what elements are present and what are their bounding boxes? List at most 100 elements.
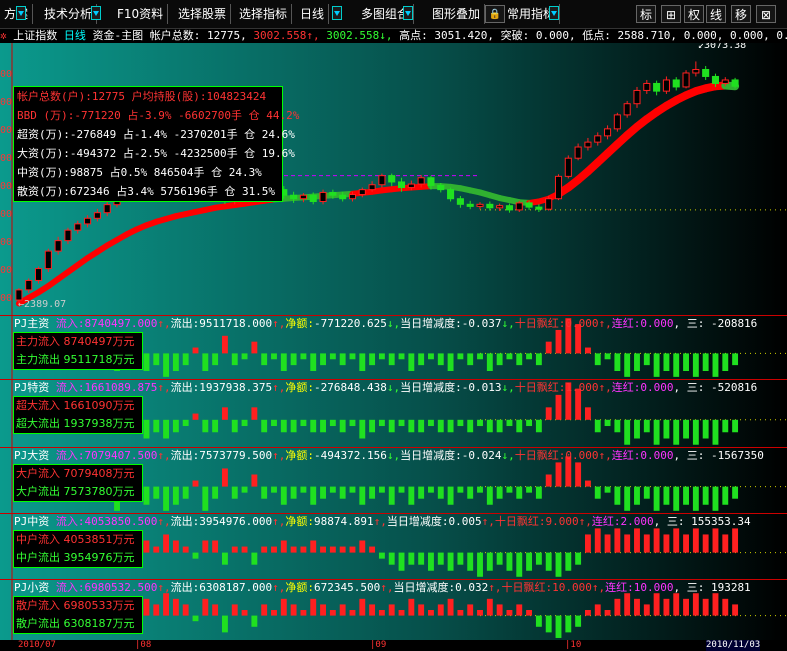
lock-icon[interactable]: 🔒 — [485, 5, 505, 23]
line-icon[interactable]: 线 — [706, 5, 726, 23]
menu-f10[interactable]: F10资料 — [113, 4, 169, 24]
flow-bar — [359, 353, 366, 371]
change-label: 当日增减度: — [393, 581, 456, 594]
inflow-value: 8740497.000 — [84, 317, 158, 330]
flow-bar — [535, 419, 542, 433]
flow-bar — [153, 604, 160, 616]
menu-overlay[interactable]: 图形叠加 — [428, 4, 486, 24]
arrow-up-icon: ↑, — [380, 581, 394, 594]
change-label: 当日增减度: — [386, 515, 449, 528]
ten-day-value: 1.000 — [565, 381, 599, 394]
warning-icon: ✲ — [0, 29, 7, 42]
indicator-panel-3[interactable]: PJ中资 流入:4053850.500↑,流出:3954976.000↑,净额:… — [0, 513, 787, 579]
flow-bar — [486, 598, 493, 616]
flow-bar — [320, 353, 326, 366]
flow-bar — [320, 419, 326, 433]
menu-select-stock[interactable]: 选择股票 — [174, 4, 232, 24]
net-label: 净额: — [285, 317, 314, 330]
flow-bar — [614, 486, 621, 505]
info-tail: 0.000, 0.000, 0.000, 0.00 — [683, 29, 787, 42]
arrow-down-icon: ↓, — [501, 317, 515, 330]
indicator-panel-1[interactable]: PJ特资 流入:1661089.875↑,流出:1937938.375↑,净额:… — [0, 379, 787, 447]
menu-select-indicator[interactable]: 选择指标 — [235, 4, 293, 24]
move-icon[interactable]: 移 — [731, 5, 751, 23]
indicator-panel-0[interactable]: PJ主资 流入:8740497.000↑,流出:9511718.000↑,净额:… — [0, 315, 787, 379]
candle — [44, 248, 52, 273]
flow-bar — [526, 610, 533, 616]
menu-tech-analysis[interactable]: 技术分析 — [40, 4, 98, 24]
flow-bar — [477, 610, 483, 616]
dropdown-arrow-icon[interactable] — [16, 6, 26, 20]
y-tick-label: 00 — [0, 153, 13, 164]
flow-bar — [545, 407, 552, 420]
flow-bar — [163, 593, 170, 616]
flow-bar — [143, 598, 150, 616]
dropdown-arrow-icon[interactable] — [403, 6, 413, 20]
ten-day-label: 十日飘红: — [514, 449, 566, 462]
flow-bar — [143, 486, 150, 505]
flow-bar — [535, 486, 542, 499]
flow-bar — [516, 353, 523, 366]
flow-bar — [329, 419, 336, 427]
flow-bar — [437, 486, 444, 499]
flow-bar — [163, 534, 170, 553]
dropdown-arrow-icon[interactable] — [91, 6, 101, 20]
flow-bar — [192, 615, 199, 622]
flow-bar — [486, 552, 493, 571]
flow-bar — [457, 610, 464, 616]
summary-row-small: 散资(万):672346 占3.4% 5756196手 仓 31.5% — [17, 185, 276, 198]
outflow-value: 3954976.000 — [199, 515, 273, 528]
flow-bar — [614, 528, 621, 553]
main-chart-panel[interactable]: 00000000000000000000 帐户总数(户):12775 户均持股(… — [0, 43, 787, 315]
flow-bar — [408, 598, 415, 616]
grid-icon[interactable]: ⊞ — [661, 5, 681, 23]
flow-bar — [388, 419, 395, 433]
y-tick-label: 00 — [0, 97, 13, 108]
flow-bar — [575, 552, 582, 565]
close-icon[interactable]: ⊠ — [756, 5, 776, 23]
indicator-panel-2[interactable]: PJ大资 流入:7079407.500↑,流出:7573779.500↑,净额:… — [0, 447, 787, 513]
flow-bar — [172, 486, 179, 505]
flow-bar — [643, 419, 650, 433]
mark-icon[interactable]: 标 — [636, 5, 656, 23]
flow-bar — [212, 419, 219, 433]
flow-bar — [172, 598, 179, 616]
flow-bar — [349, 486, 356, 493]
dropdown-arrow-icon[interactable] — [549, 6, 559, 20]
account-label: 帐户总数: — [149, 29, 201, 42]
high-label: 高点: — [399, 29, 428, 42]
weight-icon[interactable]: 权 — [684, 5, 704, 23]
candle — [682, 70, 690, 89]
indicator-panel-4[interactable]: PJ小资 流入:6980532.500↑,流出:6308187.000↑,净额:… — [0, 579, 787, 640]
dropdown-arrow-icon[interactable] — [332, 6, 342, 20]
legend-inflow: 大户流入 7079408万元 — [16, 467, 135, 480]
flow-bar — [329, 353, 336, 360]
flow-bar — [231, 419, 238, 433]
flow-bar — [447, 353, 454, 371]
net-label: 净额: — [285, 515, 314, 528]
sep: , — [673, 381, 687, 394]
flow-bar — [506, 552, 513, 571]
flow-bar — [467, 419, 474, 433]
flow-bar — [653, 353, 660, 377]
arrow-down-icon: ↓, — [386, 381, 401, 394]
legend-outflow: 大户流出 7573780万元 — [16, 485, 135, 498]
flow-bar — [153, 486, 160, 499]
flow-bar — [712, 486, 719, 511]
arrow-up-icon: ↑, — [578, 515, 592, 528]
flow-bar — [300, 353, 307, 360]
flow-bar — [418, 353, 425, 366]
ten-day-label: 十日飘红: — [501, 581, 553, 594]
arrow-down-icon: ↓, — [501, 381, 515, 394]
flow-bar — [712, 353, 719, 377]
flow-bar — [634, 528, 640, 553]
ten-day-label: 十日飘红: — [514, 317, 566, 330]
tail-value: 三: 193281 — [686, 581, 751, 594]
flow-bar — [555, 615, 562, 638]
y-tick-label: 00 — [0, 125, 13, 136]
candle — [564, 155, 572, 179]
streak-label: 连红: — [611, 381, 641, 394]
menu-daily[interactable]: 日线 — [296, 4, 330, 24]
flow-bar — [447, 486, 454, 505]
flow-bar — [182, 486, 189, 499]
